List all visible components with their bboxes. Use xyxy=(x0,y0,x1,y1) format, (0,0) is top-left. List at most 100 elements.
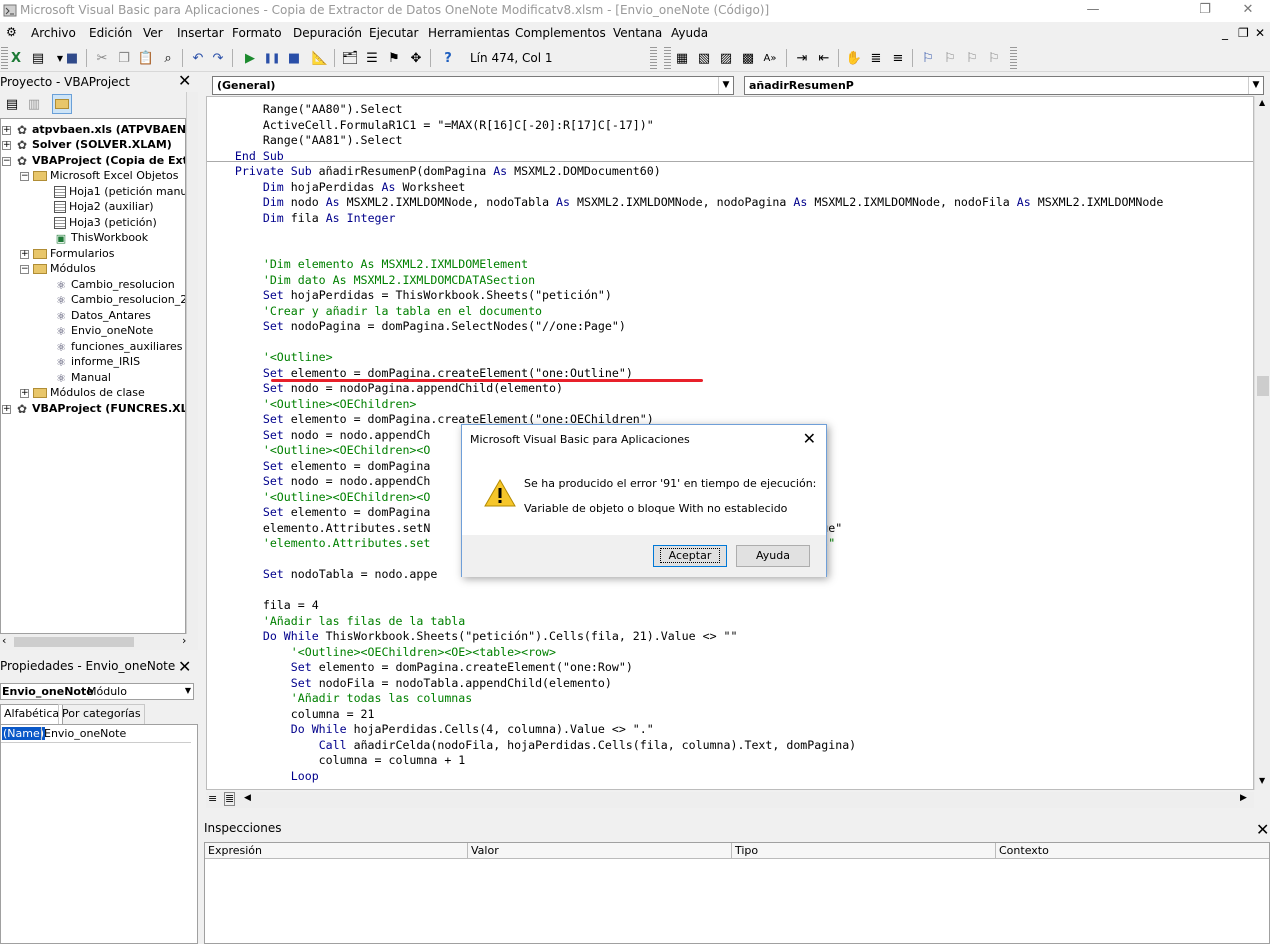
code-line[interactable]: '<Outline><OEChildren><O xyxy=(207,489,431,505)
code-line[interactable]: 'Añadir las filas de la tabla xyxy=(207,613,465,629)
chevron-down-icon[interactable]: ▼ xyxy=(185,686,191,695)
tree-item[interactable]: ⚛ Manual xyxy=(54,370,111,385)
property-value[interactable]: Envio_oneNote xyxy=(41,727,126,740)
properties-window-icon[interactable]: ☰ xyxy=(362,48,382,68)
code-line[interactable]: Loop xyxy=(207,768,319,784)
code-line[interactable]: Set elemento = domPagina.createElement("… xyxy=(207,659,633,675)
insert-userform-icon[interactable]: ▤ xyxy=(28,48,48,68)
object-combo[interactable]: (General) ▼ xyxy=(212,76,734,95)
tree-item[interactable]: + Módulos de clase xyxy=(20,385,145,400)
list-properties-icon[interactable]: ▦ xyxy=(672,48,692,68)
object-selector[interactable]: Envio_oneNote Módulo ▼ xyxy=(0,683,194,700)
code-line[interactable]: Do While ThisWorkbook.Sheets("petición")… xyxy=(207,628,738,644)
view-object-icon[interactable]: ▥ xyxy=(24,94,44,114)
paste-icon[interactable]: 📋 xyxy=(136,48,156,68)
menu-edicion[interactable]: Edición xyxy=(89,26,132,40)
project-explorer-vscroll[interactable] xyxy=(186,92,198,634)
comment-block-icon[interactable]: ≣ xyxy=(866,48,886,68)
code-line[interactable]: Set nodo = nodoPagina.appendChild(elemen… xyxy=(207,380,563,396)
close-icon[interactable]: ✕ xyxy=(178,659,192,675)
toolbox-icon[interactable]: ✥ xyxy=(406,48,426,68)
toolbar-grip[interactable] xyxy=(650,47,657,69)
code-line[interactable]: columna = columna + 1 xyxy=(207,752,466,768)
code-line[interactable]: Range("AA80").Select xyxy=(207,101,403,117)
clear-bookmarks-icon[interactable]: ⚐ xyxy=(984,48,1004,68)
menu-ayuda[interactable]: Ayuda xyxy=(671,26,708,40)
project-explorer-hscroll[interactable]: ‹ › xyxy=(0,634,198,650)
property-name[interactable]: (Name) xyxy=(2,727,46,740)
complete-word-icon[interactable]: A» xyxy=(760,48,780,68)
toggle-folders-icon[interactable] xyxy=(52,94,72,114)
help-icon[interactable]: ? xyxy=(438,48,458,68)
list-constants-icon[interactable]: ▧ xyxy=(694,48,714,68)
menu-archivo[interactable]: Archivo xyxy=(31,26,76,40)
code-line[interactable]: Set hojaPerdidas = ThisWorkbook.Sheets("… xyxy=(207,287,612,303)
tree-item[interactable]: Hoja2 (auxiliar) xyxy=(54,199,154,214)
mdi-close-button[interactable]: ✕ xyxy=(1255,26,1265,40)
column-header[interactable]: Contexto xyxy=(996,843,1269,859)
menu-complementos[interactable]: Complementos xyxy=(515,26,606,40)
code-line[interactable]: Dim nodo As MSXML2.IXMLDOMNode, nodoTabl… xyxy=(207,194,1164,210)
tree-item[interactable]: ⚛ Envio_oneNote xyxy=(54,323,153,338)
tree-item[interactable]: + Formularios xyxy=(20,246,115,261)
scroll-right-icon[interactable]: › xyxy=(182,634,186,647)
find-icon[interactable]: ⌕ xyxy=(158,48,178,68)
code-line[interactable]: '<Outline> xyxy=(207,349,333,365)
view-excel-icon[interactable]: X xyxy=(6,48,26,68)
parameter-info-icon[interactable]: ▩ xyxy=(738,48,758,68)
code-line[interactable]: 'Dim dato As MSXML2.IXMLDOMCDATASection xyxy=(207,272,535,288)
redo-icon[interactable]: ↷ xyxy=(208,48,228,68)
code-line[interactable]: Set elemento = domPagina xyxy=(207,458,431,474)
tree-item[interactable]: ⚛ Cambio_resolucion xyxy=(54,277,175,292)
outdent-icon[interactable]: ⇤ xyxy=(814,48,834,68)
excel-menu-icon[interactable]: ⚙ xyxy=(6,25,17,39)
menu-ejecutar[interactable]: Ejecutar xyxy=(369,26,419,40)
reset-icon[interactable]: ■ xyxy=(284,48,304,68)
scroll-thumb[interactable] xyxy=(14,637,134,647)
code-line[interactable]: Set nodoPagina = domPagina.SelectNodes("… xyxy=(207,318,626,334)
pause-icon[interactable]: ❚❚ xyxy=(262,48,282,68)
code-line[interactable]: ActiveCell.FormulaR1C1 = "=MAX(R[16]C[-2… xyxy=(207,117,654,133)
mdi-minimize-button[interactable]: _ xyxy=(1222,26,1228,40)
close-button[interactable]: ✕ xyxy=(1226,0,1270,22)
code-line[interactable]: Set nodo = nodo.appendCh xyxy=(207,473,431,489)
code-line[interactable]: Private Sub añadirResumenP(domPagina As … xyxy=(207,163,661,179)
code-line[interactable]: Do While hojaPerdidas.Cells(4, columna).… xyxy=(207,721,654,737)
indent-icon[interactable]: ⇥ xyxy=(792,48,812,68)
minimize-button[interactable]: — xyxy=(1070,0,1116,22)
code-line[interactable]: 'Dim elemento As MSXML2.IXMLDOMElement xyxy=(207,256,528,272)
tab-alfabetica[interactable]: Alfabética xyxy=(0,704,64,724)
tree-item[interactable]: ▣ ThisWorkbook xyxy=(54,230,148,245)
accept-button[interactable]: Aceptar xyxy=(653,545,727,567)
code-line[interactable]: 'Crear y añadir la tabla en el documento xyxy=(207,303,542,319)
tree-item[interactable]: +✿VBAProject (FUNCRES.XLAM) xyxy=(2,401,185,416)
column-header[interactable]: Valor xyxy=(468,843,732,859)
menu-herramientas[interactable]: Herramientas xyxy=(428,26,510,40)
scroll-left-icon[interactable]: ‹ xyxy=(2,634,6,647)
previous-bookmark-icon[interactable]: ⚐ xyxy=(962,48,982,68)
code-line[interactable]: columna = 21 xyxy=(207,706,375,722)
code-line[interactable]: Set elemento = domPagina xyxy=(207,504,431,520)
toolbar-grip[interactable] xyxy=(1010,47,1017,69)
next-bookmark-icon[interactable]: ⚐ xyxy=(940,48,960,68)
full-module-view-icon[interactable]: ≣ xyxy=(224,792,236,806)
toggle-breakpoint-icon[interactable]: ✋ xyxy=(844,48,864,68)
tree-item[interactable]: ⚛ Cambio_resolucion_2 xyxy=(54,292,185,307)
undo-icon[interactable]: ↶ xyxy=(188,48,208,68)
code-line[interactable]: Dim fila As Integer xyxy=(207,210,396,226)
toggle-bookmark-icon[interactable]: ⚐ xyxy=(918,48,938,68)
tree-item[interactable]: − Módulos xyxy=(20,261,96,276)
close-icon[interactable]: ✕ xyxy=(1256,822,1270,838)
tree-item[interactable]: ⚛ Datos_Antares xyxy=(54,308,151,323)
tree-item[interactable]: Hoja3 (petición) xyxy=(54,215,157,230)
scroll-left-icon[interactable]: ◀ xyxy=(244,793,251,803)
cut-icon[interactable]: ✂ xyxy=(92,48,112,68)
mdi-restore-button[interactable]: ❐ xyxy=(1238,26,1249,40)
menu-formato[interactable]: Formato xyxy=(232,26,282,40)
menu-ver[interactable]: Ver xyxy=(143,26,163,40)
column-header[interactable]: Expresión xyxy=(205,843,468,859)
tree-item[interactable]: − Microsoft Excel Objetos xyxy=(20,168,178,183)
code-hscroll[interactable]: ≡ ≣ ◀ ▶ xyxy=(206,792,1254,808)
tree-item[interactable]: Hoja1 (petición manual) xyxy=(54,184,185,199)
project-explorer-icon[interactable]: 🗂 xyxy=(340,48,360,68)
